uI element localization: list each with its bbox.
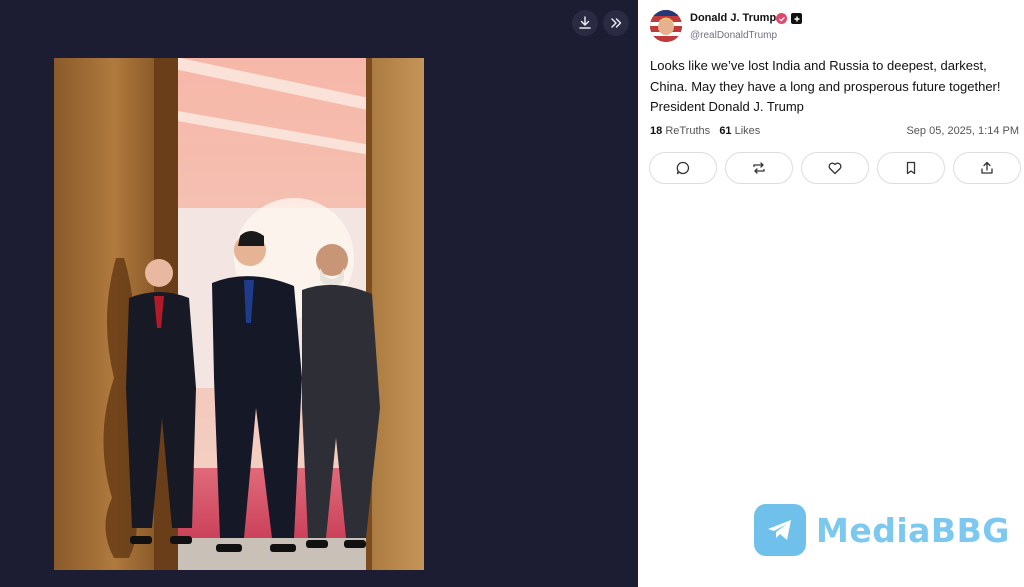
telegram-icon [754,504,806,556]
comment-icon [676,161,690,175]
post-text: Looks like we’ve lost India and Russia t… [650,58,1001,114]
avatar-image [650,10,682,42]
reply-button[interactable] [649,152,717,184]
photo-illustration [54,58,424,570]
like-button[interactable] [801,152,869,184]
retruth-button[interactable] [725,152,793,184]
download-icon [579,16,591,29]
post-photo[interactable] [54,58,424,570]
bookmark-icon [906,161,916,175]
heart-icon [828,162,842,175]
expand-button[interactable] [603,10,629,36]
retruths-label[interactable]: ReTruths [665,125,710,137]
action-bar [649,152,1021,184]
media-viewer [0,0,638,587]
post-panel: Donald J. Trump @realDonaldTrump Looks l… [638,0,1024,587]
share-button[interactable] [953,152,1021,184]
download-button[interactable] [572,10,598,36]
likes-label[interactable]: Likes [735,125,761,137]
plus-badge-icon [791,13,802,24]
post-timestamp[interactable]: Sep 05, 2025, 1:14 PM [906,125,1019,137]
author-handle[interactable]: @realDonaldTrump [690,30,777,41]
retruths-count[interactable]: 18 [650,125,662,137]
likes-count[interactable]: 61 [719,125,731,137]
author-name[interactable]: Donald J. Trump [690,12,776,24]
avatar[interactable] [650,10,682,42]
post-stats: 18 ReTruths 61 Likes [650,125,760,137]
watermark: MediaBBG [754,504,1010,556]
watermark-text: MediaBBG [816,510,1010,550]
repost-icon [753,162,765,174]
bookmark-button[interactable] [877,152,945,184]
chevrons-right-icon [611,18,622,28]
verified-badge-icon [776,13,787,24]
share-icon [981,161,993,174]
